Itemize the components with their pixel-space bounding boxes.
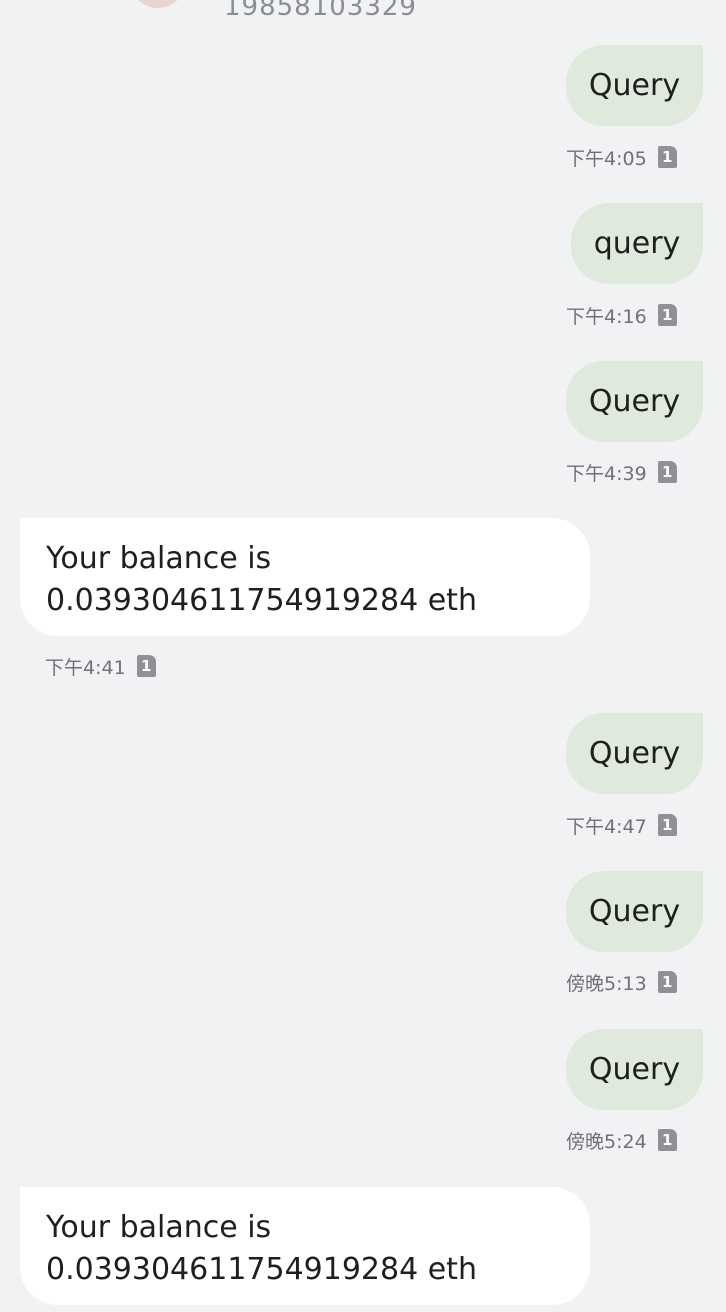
sim-card-1-icon: 1 <box>657 814 677 836</box>
message-time: 下午4:41 <box>45 656 126 679</box>
message-timestamp-row: 傍晚5:13 1 <box>566 970 677 995</box>
message-text-line: Your balance is <box>46 541 272 576</box>
incoming-message-bubble[interactable]: Your balance is 0.039304611754919284 eth <box>20 518 590 636</box>
outgoing-message-bubble[interactable]: Query <box>566 871 703 952</box>
message-timestamp-row: 下午4:39 1 <box>566 460 677 485</box>
contact-avatar[interactable] <box>130 0 186 8</box>
conversation-header: 19858103329 <box>0 0 726 28</box>
message-timestamp-row: 下午4:47 1 <box>566 813 677 838</box>
message-timestamp-row: 下午4:16 1 <box>566 303 677 328</box>
sim-card-1-icon: 1 <box>657 304 677 326</box>
outgoing-message-bubble[interactable]: Query <box>566 1029 703 1110</box>
sim-card-1-icon: 1 <box>657 1129 677 1151</box>
message-time: 下午4:16 <box>566 305 647 328</box>
sim-card-1-icon: 1 <box>657 461 677 483</box>
sim-card-1-icon: 1 <box>657 146 677 168</box>
message-time: 下午4:47 <box>566 815 647 838</box>
outgoing-message-bubble[interactable]: Query <box>566 361 703 442</box>
message-timestamp-row: 下午4:41 1 <box>45 654 156 679</box>
message-text-line: Your balance is <box>46 1210 272 1245</box>
message-text-line: 0.039304611754919284 eth <box>46 583 477 618</box>
message-time: 傍晚5:13 <box>566 972 647 995</box>
sim-card-1-icon: 1 <box>136 655 156 677</box>
outgoing-message-bubble[interactable]: query <box>571 203 703 284</box>
message-timestamp-row: 傍晚5:24 1 <box>566 1128 677 1153</box>
incoming-message-bubble[interactable]: Your balance is 0.039304611754919284 eth <box>20 1187 590 1305</box>
message-text-line: 0.039304611754919284 eth <box>46 1252 477 1287</box>
contact-phone-number: 19858103329 <box>224 0 417 22</box>
outgoing-message-bubble[interactable]: Query <box>566 45 703 126</box>
message-timestamp-row: 下午4:05 1 <box>566 145 677 170</box>
message-time: 傍晚5:24 <box>566 1130 647 1153</box>
outgoing-message-bubble[interactable]: Query <box>566 713 703 794</box>
message-time: 下午4:05 <box>566 147 647 170</box>
message-time: 下午4:39 <box>566 462 647 485</box>
sim-card-1-icon: 1 <box>657 971 677 993</box>
